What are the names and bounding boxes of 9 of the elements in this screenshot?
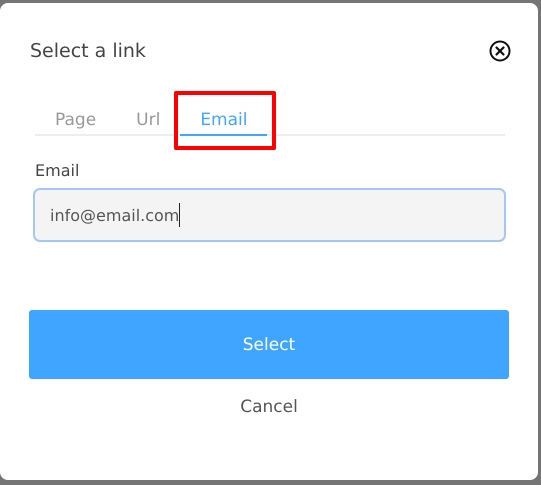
- tab[interactable]: Page: [35, 106, 116, 136]
- tab[interactable]: Email: [180, 106, 268, 136]
- tab[interactable]: Url: [116, 106, 180, 136]
- select-button[interactable]: Select: [29, 310, 509, 379]
- close-icon[interactable]: [489, 40, 511, 62]
- field-label: Email: [35, 161, 80, 180]
- cancel-button[interactable]: Cancel: [232, 393, 306, 421]
- email-field[interactable]: info@email.com: [33, 188, 506, 242]
- dialog-title: Select a link: [30, 40, 146, 62]
